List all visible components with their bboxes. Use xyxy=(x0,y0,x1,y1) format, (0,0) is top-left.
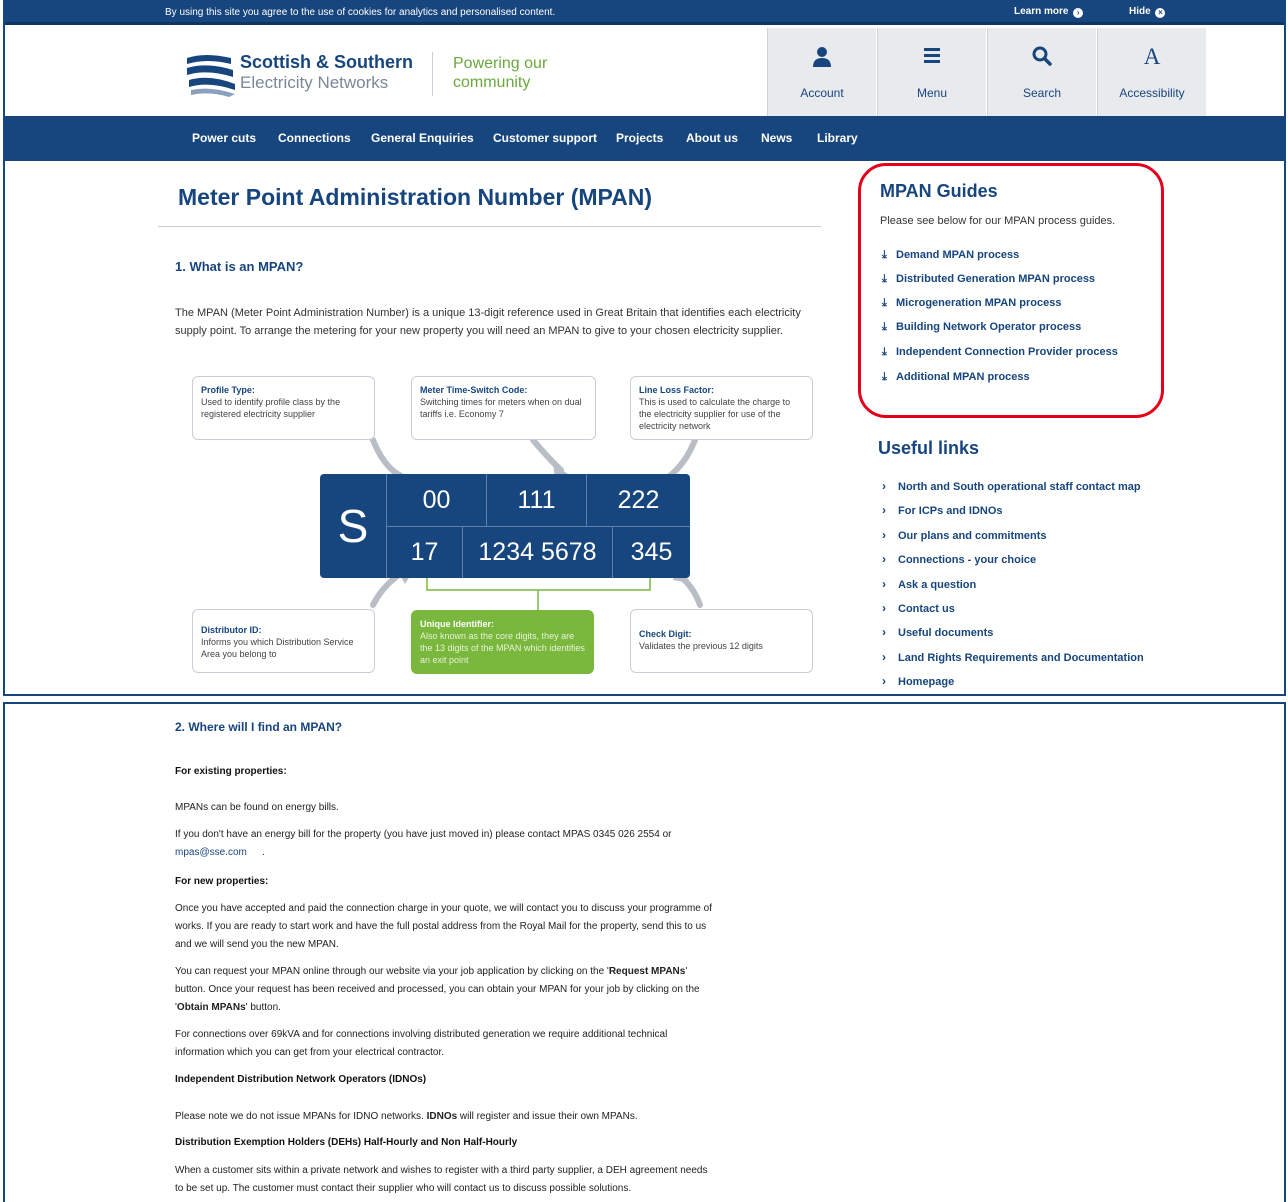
existing-properties-text-2: If you don't have an energy bill for the… xyxy=(175,829,672,840)
useful-link-useful-documents[interactable]: › Useful documents xyxy=(882,625,993,639)
download-icon: ⤓ xyxy=(882,346,887,358)
new-properties-text-3b: information which you can get from your … xyxy=(175,1047,445,1058)
existing-properties-text-1: MPANs can be found on energy bills. xyxy=(175,802,339,813)
new-properties-heading: For new properties: xyxy=(175,876,269,887)
mpan-guides-heading: MPAN Guides xyxy=(880,181,998,201)
chevron-right-icon: › xyxy=(882,650,886,664)
guide-link-microgeneration[interactable]: ⤓ Microgeneration MPAN process xyxy=(882,297,1061,310)
section2-heading: 2. Where will I find an MPAN? xyxy=(175,720,343,734)
new-properties-text-3a: For connections over 69kVA and for conne… xyxy=(175,1029,668,1040)
existing-properties-heading: For existing properties: xyxy=(175,766,287,777)
email-period: . xyxy=(262,847,265,858)
mpan-guides-intro: Please see below for our MPAN process gu… xyxy=(880,215,1116,227)
chevron-right-icon: › xyxy=(882,479,886,493)
distributor-id-card: Distributor ID: Informs you which Distri… xyxy=(192,609,375,673)
guide-link-building-network-operator[interactable]: ⤓ Building Network Operator process xyxy=(882,321,1081,334)
chevron-right-icon: › xyxy=(882,625,886,639)
useful-link-ask-question[interactable]: › Ask a question xyxy=(882,577,976,591)
mpan-llf-digits: 222 xyxy=(586,474,690,526)
useful-link-plans[interactable]: › Our plans and commitments xyxy=(882,528,1047,542)
mpan-profile-digits: 00 xyxy=(386,474,486,526)
guide-link-demand[interactable]: ⤓ Demand MPAN process xyxy=(882,249,1019,262)
top-screenshot-panel: By using this site you agree to the use … xyxy=(3,0,1286,696)
new-properties-text-2b: button. Once your request has been recei… xyxy=(175,984,700,995)
useful-link-connections-choice[interactable]: › Connections - your choice xyxy=(882,552,1036,566)
mpan-unique-digits: 1234 5678 xyxy=(462,526,612,578)
download-icon: ⤓ xyxy=(882,273,887,285)
idno-text: Please note we do not issue MPANs for ID… xyxy=(175,1111,638,1122)
chevron-right-icon: › xyxy=(882,503,886,517)
chevron-right-icon: › xyxy=(882,674,886,688)
line-loss-factor-card: Line Loss Factor: This is used to calcul… xyxy=(630,376,813,440)
chevron-right-icon: › xyxy=(882,577,886,591)
guide-link-independent-connection-provider[interactable]: ⤓ Independent Connection Provider process xyxy=(882,346,1118,359)
download-icon: ⤓ xyxy=(882,371,887,383)
useful-link-land-rights[interactable]: › Land Rights Requirements and Documentat… xyxy=(882,650,1144,664)
deh-heading: Distribution Exemption Holders (DEHs) Ha… xyxy=(175,1137,518,1148)
new-properties-text-1a: Once you have accepted and paid the conn… xyxy=(175,903,712,914)
guide-link-distributed-generation[interactable]: ⤓ Distributed Generation MPAN process xyxy=(882,273,1095,286)
guide-link-additional-mpan[interactable]: ⤓ Additional MPAN process xyxy=(882,371,1030,384)
download-icon: ⤓ xyxy=(882,321,887,333)
new-properties-text-2a: You can request your MPAN online through… xyxy=(175,966,688,977)
new-properties-text-2c: 'Obtain MPANs' button. xyxy=(175,1002,281,1013)
useful-link-contact-map[interactable]: › North and South operational staff conta… xyxy=(882,479,1141,493)
mpas-email-link[interactable]: mpas@sse.com xyxy=(175,844,247,862)
mpan-mtc-digits: 111 xyxy=(486,474,586,526)
chevron-right-icon: › xyxy=(882,552,886,566)
useful-link-contact-us[interactable]: › Contact us xyxy=(882,601,955,615)
mpan-check-digits: 345 xyxy=(612,526,690,578)
meter-time-switch-card: Meter Time-Switch Code: Switching times … xyxy=(411,376,596,440)
new-properties-text-1c: and we will send you the new MPAN. xyxy=(175,939,339,950)
deh-text-2: to be set up. The customer must contact … xyxy=(175,1183,632,1194)
mpan-s: S xyxy=(337,500,369,552)
bottom-screenshot-panel: 2. Where will I find an MPAN? For existi… xyxy=(3,702,1286,1202)
new-properties-text-1b: works. If you are ready to start work an… xyxy=(175,921,707,932)
check-digit-card: Check Digit: Validates the previous 12 d… xyxy=(630,609,813,673)
idno-heading: Independent Distribution Network Operato… xyxy=(175,1074,427,1085)
mpan-number-box: S 00 111 222 17 1234 5678 345 xyxy=(320,474,690,578)
download-icon: ⤓ xyxy=(882,297,887,309)
profile-type-card: Profile Type: Used to identify profile c… xyxy=(192,376,375,440)
download-icon: ⤓ xyxy=(882,249,887,261)
chevron-right-icon: › xyxy=(882,528,886,542)
useful-links-heading: Useful links xyxy=(878,438,980,458)
deh-text-1: When a customer sits within a private ne… xyxy=(175,1165,708,1176)
unique-identifier-card: Unique Identifier: Also known as the cor… xyxy=(411,610,594,674)
chevron-right-icon: › xyxy=(882,601,886,615)
useful-link-icps-idnos[interactable]: › For ICPs and IDNOs xyxy=(882,503,1003,517)
mpan-distributor-digits: 17 xyxy=(386,526,462,578)
useful-link-homepage[interactable]: › Homepage xyxy=(882,674,954,688)
